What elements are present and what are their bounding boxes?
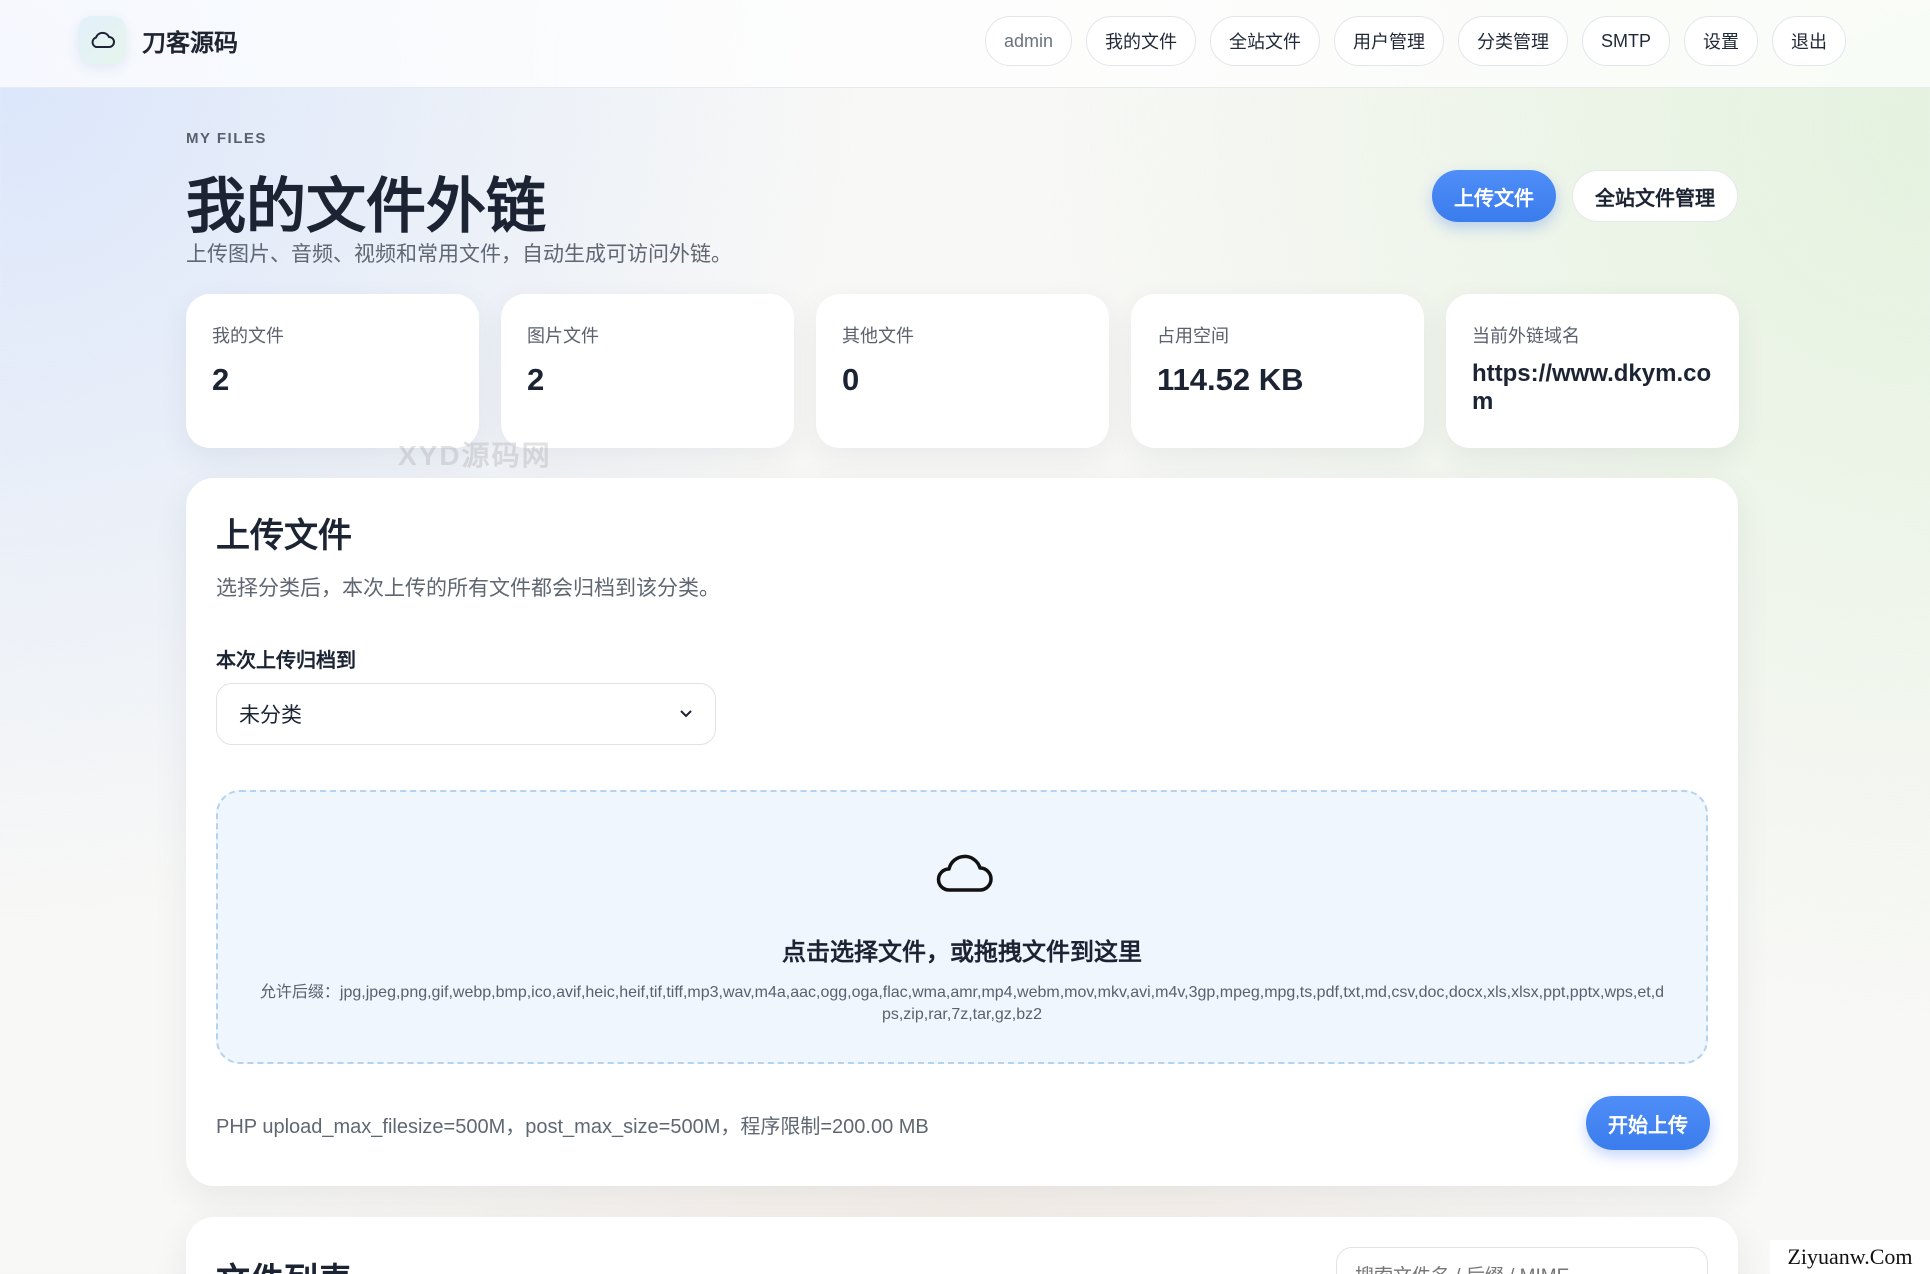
- upload-card-description: 选择分类后，本次上传的所有文件都会归档到该分类。: [216, 577, 720, 600]
- stat-label: 占用空间: [1157, 326, 1229, 346]
- chevron-down-icon: [680, 710, 692, 718]
- dropzone-title: 点击选择文件，或拖拽文件到这里: [782, 939, 1142, 966]
- file-list-card: 文件列表: [186, 1217, 1738, 1274]
- stat-card-my-files: 我的文件 2: [186, 294, 479, 448]
- nav-settings[interactable]: 设置: [1684, 16, 1758, 66]
- site-watermark: Ziyuanw.Com: [1770, 1240, 1930, 1274]
- top-navbar: 刀客源码 admin 我的文件 全站文件 用户管理 分类管理 SMTP 设置 退…: [0, 0, 1930, 88]
- stat-label: 其他文件: [842, 326, 914, 346]
- upload-file-button[interactable]: 上传文件: [1432, 170, 1556, 222]
- stat-label: 当前外链域名: [1472, 326, 1580, 346]
- stat-card-other-files: 其他文件 0: [816, 294, 1109, 448]
- page-subtitle: 上传图片、音频、视频和常用文件，自动生成可访问外链。: [186, 243, 732, 266]
- page-eyebrow: MY FILES: [186, 130, 267, 147]
- category-field-label: 本次上传归档到: [216, 650, 356, 672]
- stat-card-link-domain: 当前外链域名 https://www.dkym.com: [1446, 294, 1739, 448]
- file-list-title: 文件列表: [216, 1253, 352, 1274]
- category-select[interactable]: 未分类: [216, 683, 716, 745]
- brand-name: 刀客源码: [142, 29, 238, 57]
- nav-logout[interactable]: 退出: [1772, 16, 1846, 66]
- stats-row: 我的文件 2 图片文件 2 其他文件 0 占用空间 114.52 KB 当前外链…: [186, 294, 1739, 448]
- stat-value: 2: [527, 362, 545, 397]
- nav-my-files[interactable]: 我的文件: [1085, 16, 1196, 66]
- site-file-management-button[interactable]: 全站文件管理: [1572, 170, 1738, 222]
- upload-limits: PHP upload_max_filesize=500M，post_max_si…: [216, 1116, 929, 1138]
- category-select-value: 未分类: [239, 704, 302, 727]
- cloud-upload-icon: [936, 854, 993, 892]
- page-title: 我的文件外链: [186, 173, 546, 240]
- stat-card-image-files: 图片文件 2: [501, 294, 794, 448]
- stat-value: 0: [842, 362, 860, 397]
- header-actions: 上传文件 全站文件管理: [1432, 170, 1738, 222]
- nav-all-files[interactable]: 全站文件: [1209, 16, 1320, 66]
- stat-card-storage-used: 占用空间 114.52 KB: [1131, 294, 1424, 448]
- nav-smtp[interactable]: SMTP: [1581, 16, 1670, 66]
- allowed-extensions: 允许后缀：jpg,jpeg,png,gif,webp,bmp,ico,avif,…: [259, 984, 1665, 1023]
- stat-label: 图片文件: [527, 326, 599, 346]
- upload-card-title: 上传文件: [216, 517, 352, 555]
- start-upload-button[interactable]: 开始上传: [1586, 1096, 1710, 1150]
- stat-value: 114.52 KB: [1157, 362, 1304, 397]
- watermark-text: XYD源码网: [398, 440, 552, 471]
- nav-menu: admin 我的文件 全站文件 用户管理 分类管理 SMTP 设置 退出: [984, 16, 1846, 66]
- cloud-icon: [78, 16, 126, 64]
- file-dropzone[interactable]: 点击选择文件，或拖拽文件到这里 允许后缀：jpg,jpeg,png,gif,we…: [216, 790, 1708, 1064]
- stat-value: 2: [212, 362, 230, 397]
- upload-card: 上传文件 选择分类后，本次上传的所有文件都会归档到该分类。 本次上传归档到 未分…: [186, 478, 1738, 1186]
- brand[interactable]: 刀客源码: [78, 16, 238, 64]
- file-search-input[interactable]: [1336, 1247, 1708, 1274]
- stat-value: https://www.dkym.com: [1472, 360, 1712, 415]
- nav-category-management[interactable]: 分类管理: [1457, 16, 1568, 66]
- nav-user-admin[interactable]: admin: [984, 16, 1072, 66]
- stat-label: 我的文件: [212, 326, 284, 346]
- nav-user-management[interactable]: 用户管理: [1333, 16, 1444, 66]
